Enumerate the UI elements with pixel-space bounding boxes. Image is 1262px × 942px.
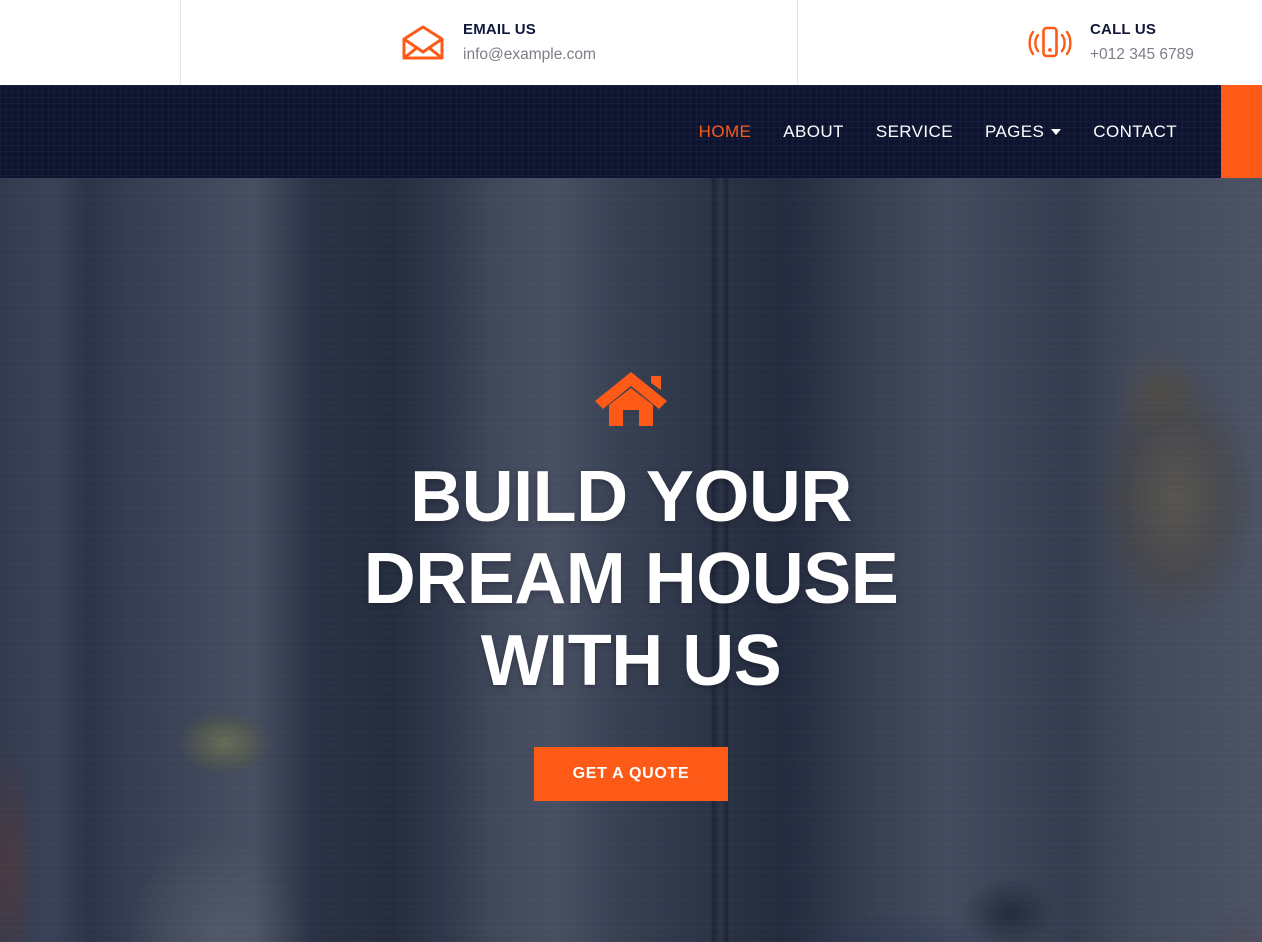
hero-banner: BUILD YOUR DREAM HOUSE WITH US GET A QUO… xyxy=(0,178,1262,942)
navbar-accent-block xyxy=(1221,85,1262,178)
chevron-down-icon xyxy=(1051,128,1062,135)
call-value[interactable]: +012 345 6789 xyxy=(1090,45,1194,64)
nav-menu: HOME ABOUT SERVICE PAGES CONTACT xyxy=(0,85,1221,178)
nav-item-contact[interactable]: CONTACT xyxy=(1077,85,1193,178)
nav-item-service-label: SERVICE xyxy=(875,122,953,141)
get-a-quote-button[interactable]: GET A QUOTE xyxy=(533,747,729,802)
nav-item-contact-label: CONTACT xyxy=(1093,122,1177,141)
call-text-group: CALL US +012 345 6789 xyxy=(1090,21,1194,64)
nav-item-about[interactable]: ABOUT xyxy=(767,85,860,178)
hero-content: BUILD YOUR DREAM HOUSE WITH US GET A QUO… xyxy=(0,178,1262,942)
hero-title: BUILD YOUR DREAM HOUSE WITH US xyxy=(363,457,899,702)
envelope-open-icon xyxy=(399,19,447,67)
topbar-left-spacer xyxy=(0,0,180,85)
nav-item-service[interactable]: SERVICE xyxy=(860,85,969,178)
email-contact-block[interactable]: EMAIL US info@example.com xyxy=(180,0,797,85)
home-icon xyxy=(595,370,667,428)
mobile-vibrate-icon xyxy=(1026,19,1074,67)
nav-item-home-label: HOME xyxy=(698,122,752,141)
email-value[interactable]: info@example.com xyxy=(463,45,596,64)
email-label: EMAIL US xyxy=(463,20,536,38)
main-navbar: HOME ABOUT SERVICE PAGES CONTACT xyxy=(0,85,1262,178)
nav-item-pages[interactable]: PAGES xyxy=(969,85,1077,178)
nav-item-home[interactable]: HOME xyxy=(683,85,768,178)
call-label: CALL US xyxy=(1090,20,1157,38)
email-text-group: EMAIL US info@example.com xyxy=(463,21,596,64)
top-contact-bar: EMAIL US info@example.com CALL US +012 3… xyxy=(0,0,1262,85)
nav-item-pages-label: PAGES xyxy=(984,122,1045,141)
call-contact-block[interactable]: CALL US +012 345 6789 xyxy=(797,0,1262,85)
nav-item-about-label: ABOUT xyxy=(783,122,844,141)
